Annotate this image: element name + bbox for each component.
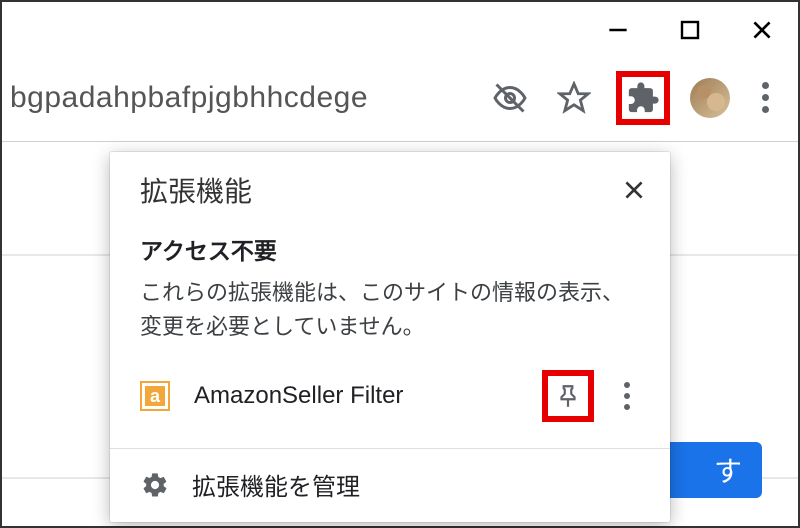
extensions-button[interactable]: [616, 71, 670, 125]
puzzle-piece-icon: [626, 81, 660, 115]
popup-footer[interactable]: 拡張機能を管理: [110, 448, 670, 522]
extension-row[interactable]: a AmazonSeller Filter: [140, 364, 640, 436]
window-close-button[interactable]: [726, 6, 798, 54]
manage-extensions-label: 拡張機能を管理: [192, 467, 360, 502]
popup-title: 拡張機能: [140, 170, 252, 210]
extension-more-button[interactable]: [614, 382, 640, 410]
window-titlebar: [2, 2, 798, 54]
popup-section: アクセス不要 これらの拡張機能は、このサイトの情報の表示、変更を必要としていませ…: [110, 232, 670, 448]
page-primary-button-label: す: [714, 450, 742, 490]
pin-extension-button[interactable]: [542, 370, 594, 422]
visibility-off-icon[interactable]: [488, 76, 532, 120]
section-title: アクセス不要: [140, 232, 640, 266]
extension-name: AmazonSeller Filter: [190, 382, 522, 410]
popup-close-button[interactable]: [616, 172, 652, 208]
address-bar[interactable]: bgpadahpbafpjgbhhcdege: [2, 81, 488, 115]
section-description: これらの拡張機能は、このサイトの情報の表示、変更を必要としていません。: [140, 276, 640, 344]
window-maximize-button[interactable]: [654, 6, 726, 54]
pushpin-icon: [555, 383, 581, 409]
browser-menu-button[interactable]: [750, 82, 780, 113]
profile-avatar[interactable]: [690, 78, 730, 118]
window-minimize-button[interactable]: [582, 6, 654, 54]
extension-favicon: a: [140, 381, 170, 411]
extensions-popup: 拡張機能 アクセス不要 これらの拡張機能は、このサイトの情報の表示、変更を必要と…: [110, 152, 670, 522]
toolbar-actions: [488, 71, 798, 125]
bookmark-star-icon[interactable]: [552, 76, 596, 120]
gear-icon: [140, 470, 170, 500]
browser-toolbar: bgpadahpbafpjgbhhcdege: [2, 54, 798, 142]
popup-header: 拡張機能: [110, 152, 670, 224]
